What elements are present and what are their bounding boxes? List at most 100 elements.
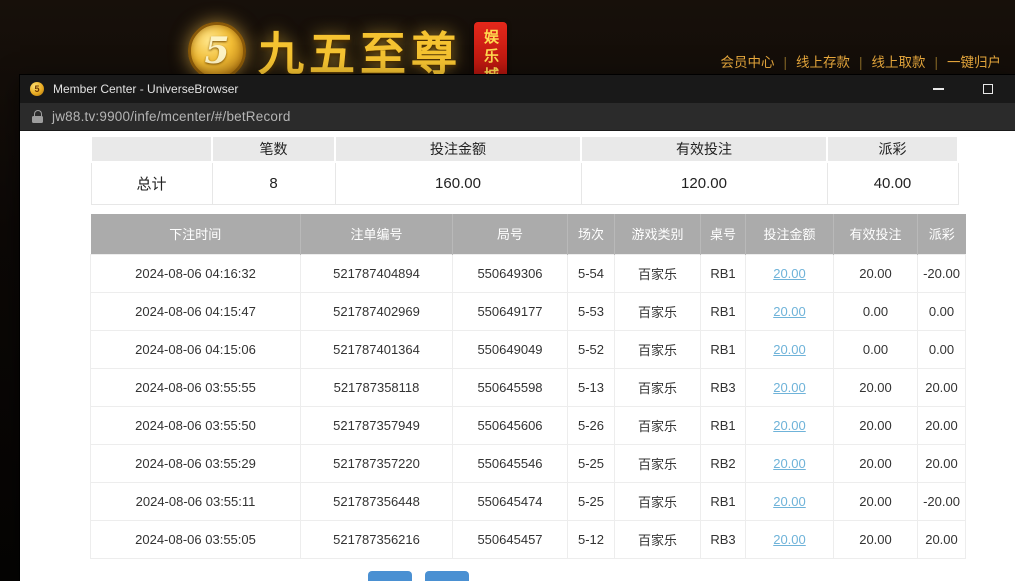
- table-row: 2024-08-06 03:55:05 521787356216 5506454…: [91, 521, 966, 559]
- summary-total-valid: 120.00: [581, 162, 827, 204]
- cell-valid-bet: 20.00: [834, 445, 918, 483]
- header-table-no: 桌号: [701, 214, 746, 255]
- cell-table-no: RB1: [701, 293, 746, 331]
- cell-bet-id: 521787357220: [301, 445, 453, 483]
- cell-bet-id: 521787357949: [301, 407, 453, 445]
- site-logo-title: 九五至尊: [258, 18, 462, 84]
- cell-round-no: 550645457: [453, 521, 568, 559]
- url-text[interactable]: jw88.tv:9900/infe/mcenter/#/betRecord: [52, 109, 291, 124]
- table-row: 2024-08-06 04:16:32 521787404894 5506493…: [91, 255, 966, 293]
- cell-bet-time: 2024-08-06 03:55:29: [91, 445, 301, 483]
- cell-table-no: RB3: [701, 521, 746, 559]
- bet-amount-link[interactable]: 20.00: [773, 456, 806, 471]
- cell-valid-bet: 20.00: [834, 407, 918, 445]
- table-row: 2024-08-06 03:55:50 521787357949 5506456…: [91, 407, 966, 445]
- header-bet-time: 下注时间: [91, 214, 301, 255]
- summary-total-row: 总计 8 160.00 120.00 40.00: [91, 162, 958, 204]
- cell-payout: 20.00: [918, 521, 966, 559]
- cell-valid-bet: 0.00: [834, 293, 918, 331]
- header-round-no: 局号: [453, 214, 568, 255]
- bet-amount-link[interactable]: 20.00: [773, 418, 806, 433]
- summary-header-payout: 派彩: [827, 136, 958, 162]
- cell-session: 5-53: [568, 293, 615, 331]
- cell-session: 5-52: [568, 331, 615, 369]
- cell-bet-time: 2024-08-06 04:15:06: [91, 331, 301, 369]
- cell-round-no: 550645598: [453, 369, 568, 407]
- cell-bet-amount: 20.00: [746, 407, 834, 445]
- browser-urlbar[interactable]: jw88.tv:9900/infe/mcenter/#/betRecord: [20, 103, 1015, 131]
- browser-window: 5 Member Center - UniverseBrowser jw88.t…: [20, 75, 1015, 581]
- cell-bet-time: 2024-08-06 04:16:32: [91, 255, 301, 293]
- cell-round-no: 550649049: [453, 331, 568, 369]
- cell-round-no: 550649177: [453, 293, 568, 331]
- nav-one-key-transfer[interactable]: 一键归户: [947, 55, 1001, 70]
- cell-payout: -20.00: [918, 483, 966, 521]
- header-game-type: 游戏类别: [615, 214, 701, 255]
- header-bet-id: 注单编号: [301, 214, 453, 255]
- table-row: 2024-08-06 03:55:11 521787356448 5506454…: [91, 483, 966, 521]
- table-row: 2024-08-06 04:15:47 521787402969 5506491…: [91, 293, 966, 331]
- bet-record-table: 下注时间 注单编号 局号 场次 游戏类别 桌号 投注金额 有效投注 派彩 202…: [90, 214, 966, 560]
- summary-total-label: 总计: [91, 162, 212, 204]
- nav-separator: |: [925, 55, 947, 70]
- nav-online-deposit[interactable]: 线上存款: [796, 55, 850, 70]
- cell-bet-id: 521787402969: [301, 293, 453, 331]
- nav-online-withdraw[interactable]: 线上取款: [871, 55, 925, 70]
- cell-bet-time: 2024-08-06 03:55:11: [91, 483, 301, 521]
- cell-bet-amount: 20.00: [746, 445, 834, 483]
- bet-amount-link[interactable]: 20.00: [773, 266, 806, 281]
- bet-amount-link[interactable]: 20.00: [773, 532, 806, 547]
- summary-header-valid-bet: 有效投注: [581, 136, 827, 162]
- bet-amount-link[interactable]: 20.00: [773, 342, 806, 357]
- minimize-icon: [933, 88, 944, 90]
- cell-bet-id: 521787358118: [301, 369, 453, 407]
- cell-game-type: 百家乐: [615, 483, 701, 521]
- summary-header-bet-amount: 投注金额: [335, 136, 581, 162]
- header-bet-amount: 投注金额: [746, 214, 834, 255]
- cell-table-no: RB3: [701, 369, 746, 407]
- cell-valid-bet: 20.00: [834, 255, 918, 293]
- summary-header-row: 笔数 投注金额 有效投注 派彩: [91, 136, 958, 162]
- cell-game-type: 百家乐: [615, 407, 701, 445]
- summary-table: 笔数 投注金额 有效投注 派彩 总计 8 160.00 120.00 40.00: [90, 135, 959, 205]
- maximize-button[interactable]: [971, 75, 1005, 103]
- cell-game-type: 百家乐: [615, 293, 701, 331]
- header-session: 场次: [568, 214, 615, 255]
- nav-member-center[interactable]: 会员中心: [720, 55, 774, 70]
- cell-session: 5-54: [568, 255, 615, 293]
- cell-payout: 0.00: [918, 293, 966, 331]
- bet-amount-link[interactable]: 20.00: [773, 380, 806, 395]
- emblem-digit: 5: [204, 30, 229, 72]
- summary-total-payout: 40.00: [827, 162, 958, 204]
- bet-amount-link[interactable]: 20.00: [773, 494, 806, 509]
- cell-session: 5-12: [568, 521, 615, 559]
- table-row: 2024-08-06 03:55:55 521787358118 5506455…: [91, 369, 966, 407]
- cell-payout: -20.00: [918, 255, 966, 293]
- summary-header-blank: [91, 136, 212, 162]
- cell-game-type: 百家乐: [615, 445, 701, 483]
- cell-bet-amount: 20.00: [746, 369, 834, 407]
- cell-bet-id: 521787356216: [301, 521, 453, 559]
- cell-game-type: 百家乐: [615, 369, 701, 407]
- cell-bet-id: 521787404894: [301, 255, 453, 293]
- cell-session: 5-25: [568, 483, 615, 521]
- cell-session: 5-13: [568, 369, 615, 407]
- pagination: [368, 571, 1015, 581]
- window-title: Member Center - UniverseBrowser: [53, 82, 921, 96]
- minimize-button[interactable]: [921, 75, 955, 103]
- cell-payout: 20.00: [918, 445, 966, 483]
- cell-round-no: 550649306: [453, 255, 568, 293]
- cell-table-no: RB2: [701, 445, 746, 483]
- pagination-button[interactable]: [368, 571, 412, 581]
- lock-icon: [32, 110, 43, 123]
- pagination-button[interactable]: [425, 571, 469, 581]
- bet-amount-link[interactable]: 20.00: [773, 304, 806, 319]
- cell-valid-bet: 20.00: [834, 521, 918, 559]
- cell-game-type: 百家乐: [615, 331, 701, 369]
- summary-total-bet: 160.00: [335, 162, 581, 204]
- summary-total-count: 8: [212, 162, 335, 204]
- header-valid-bet: 有效投注: [834, 214, 918, 255]
- cell-session: 5-26: [568, 407, 615, 445]
- browser-favicon-icon: 5: [30, 82, 44, 96]
- page-content: 笔数 投注金额 有效投注 派彩 总计 8 160.00 120.00 40.00: [20, 131, 1015, 581]
